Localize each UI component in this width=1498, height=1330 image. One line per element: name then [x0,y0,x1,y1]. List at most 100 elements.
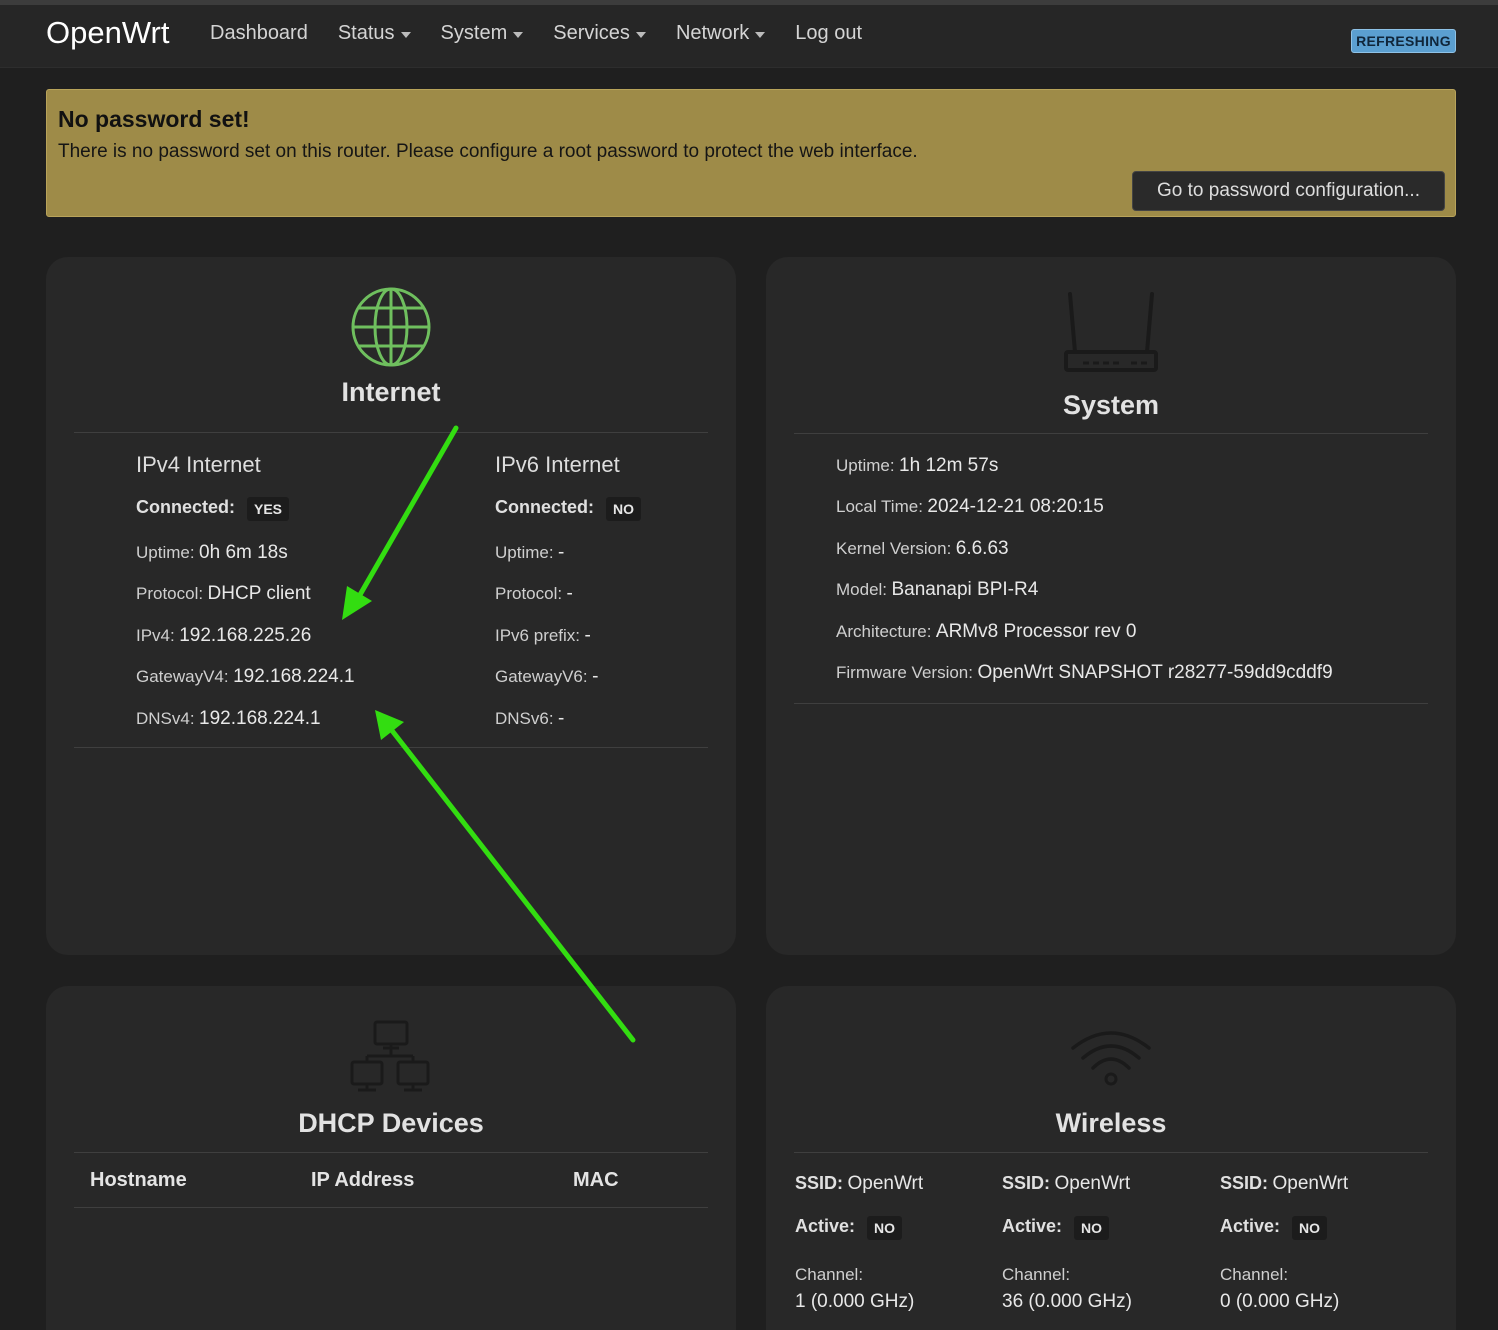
value: Bananapi BPI-R4 [891,579,1039,600]
label: Uptime: [836,456,895,475]
brand-logo[interactable]: OpenWrt [46,15,169,51]
caret-down-icon [400,32,411,38]
nav-label: Dashboard [210,22,308,44]
system-localtime-row: Local Time: 2024-12-21 08:20:15 [836,496,1104,518]
nav-system[interactable]: System [441,22,524,45]
value: OpenWrt [1272,1173,1349,1194]
label: GatewayV6: [495,667,588,686]
system-firmware-row: Firmware Version: OpenWrt SNAPSHOT r2827… [836,662,1333,684]
label: Uptime: [495,543,554,562]
nav-status[interactable]: Status [338,22,411,45]
radio-1-ssid-row: SSID: OpenWrt [1002,1173,1130,1195]
label: SSID: [795,1173,844,1193]
radio-1-channel-label: Channel: [1002,1265,1070,1285]
internet-card: Internet IPv4 Internet Connected: YES Upt… [46,257,736,955]
ipv6-heading: IPv6 Internet [495,452,620,477]
nav-label: System [440,22,508,44]
refreshing-badge[interactable]: REFRESHING [1351,29,1456,53]
value: OpenWrt [1054,1173,1131,1194]
radio-2-active-badge: NO [1292,1216,1328,1240]
globe-icon [351,287,431,367]
label: DNSv6: [495,709,554,728]
value: - [584,625,591,646]
ipv6-connected-badge: NO [606,497,641,521]
label: Active: [1220,1216,1281,1237]
ipv6-prefix-row: IPv6 prefix: - [495,625,591,647]
label: Model: [836,580,888,599]
label: IPv6 prefix: [495,626,581,645]
value: 192.168.224.1 [233,666,355,687]
value: - [566,583,573,604]
system-uptime-row: Uptime: 1h 12m 57s [836,455,998,477]
column-header-ip-address[interactable]: IP Address [311,1169,414,1192]
column-header-hostname[interactable]: Hostname [90,1169,187,1192]
nav-label: Status [337,22,395,44]
ipv4-heading: IPv4 Internet [136,452,261,477]
nav-network[interactable]: Network [676,22,766,45]
system-kernel-row: Kernel Version: 6.6.63 [836,538,1009,560]
radio-1-active-badge: NO [1074,1216,1110,1240]
label: Architecture: [836,622,932,641]
radio-0-ssid-row: SSID: OpenWrt [795,1173,923,1195]
label: Local Time: [836,497,923,516]
divider [794,1152,1428,1153]
ipv6-connected-row: Connected: NO [495,497,641,521]
divider [74,432,708,433]
ipv6-gateway-row: GatewayV6: - [495,666,598,688]
radio-1-active-row: Active: NO [1002,1216,1110,1240]
ipv4-gateway-row: GatewayV4: 192.168.224.1 [136,666,355,688]
ipv6-protocol-row: Protocol: - [495,583,573,605]
value: OpenWrt SNAPSHOT r28277-59dd9cddf9 [977,662,1333,683]
ipv4-protocol-row: Protocol: DHCP client [136,583,311,605]
ipv6-dns-row: DNSv6: - [495,708,564,730]
ipv4-address-row: IPv4: 192.168.225.26 [136,625,311,647]
label: Connected: [495,497,594,518]
main-nav: Dashboard Status System Services Network… [210,22,892,45]
divider [74,747,708,748]
system-architecture-row: Architecture: ARMv8 Processor rev 0 [836,621,1137,643]
label: SSID: [1220,1173,1269,1193]
divider [74,1207,708,1208]
nav-services[interactable]: Services [553,22,646,45]
nav-dashboard[interactable]: Dashboard [210,22,308,45]
column-header-mac[interactable]: MAC [573,1169,619,1192]
ipv4-connected-badge: YES [247,497,290,521]
label: Active: [795,1216,856,1237]
label: Firmware Version: [836,663,973,682]
nav-logout[interactable]: Log out [795,22,862,45]
value: 6.6.63 [955,538,1009,559]
value: 0 (0.000 GHz) [1220,1291,1340,1312]
value: 2024-12-21 08:20:15 [927,496,1104,517]
value: 192.168.224.1 [199,708,321,729]
alert-text: There is no password set on this router.… [58,141,918,162]
system-card: System Uptime: 1h 12m 57s Local Time: 20… [766,257,1456,955]
label: Connected: [136,497,235,518]
no-password-alert: No password set! There is no password se… [46,89,1456,217]
value: 192.168.225.26 [179,625,312,646]
value: 1h 12m 57s [899,455,999,476]
label: Uptime: [136,543,195,562]
radio-1-channel-value: 36 (0.000 GHz) [1002,1291,1132,1313]
alert-title: No password set! [58,106,250,132]
radio-2-channel-label: Channel: [1220,1265,1288,1285]
radio-2-ssid-row: SSID: OpenWrt [1220,1173,1348,1195]
divider [794,703,1428,704]
label: Protocol: [495,584,563,603]
label: Kernel Version: [836,539,952,558]
password-config-button[interactable]: Go to password configuration... [1132,171,1445,211]
label: DNSv4: [136,709,195,728]
dhcp-title: DHCP Devices [298,1108,484,1138]
radio-0-active-badge: NO [867,1216,903,1240]
label: IPv4: [136,626,175,645]
label: SSID: [1002,1173,1051,1193]
ipv4-uptime-row: Uptime: 0h 6m 18s [136,542,288,564]
value: - [592,666,599,687]
caret-down-icon [513,32,524,38]
divider [74,1152,708,1153]
label: GatewayV4: [136,667,229,686]
dhcp-devices-card: DHCP Devices Hostname IP Address MAC [46,986,736,1330]
caret-down-icon [755,32,766,38]
network-devices-icon [350,1020,430,1092]
value: OpenWrt [847,1173,924,1194]
label: Channel: [1220,1265,1289,1284]
